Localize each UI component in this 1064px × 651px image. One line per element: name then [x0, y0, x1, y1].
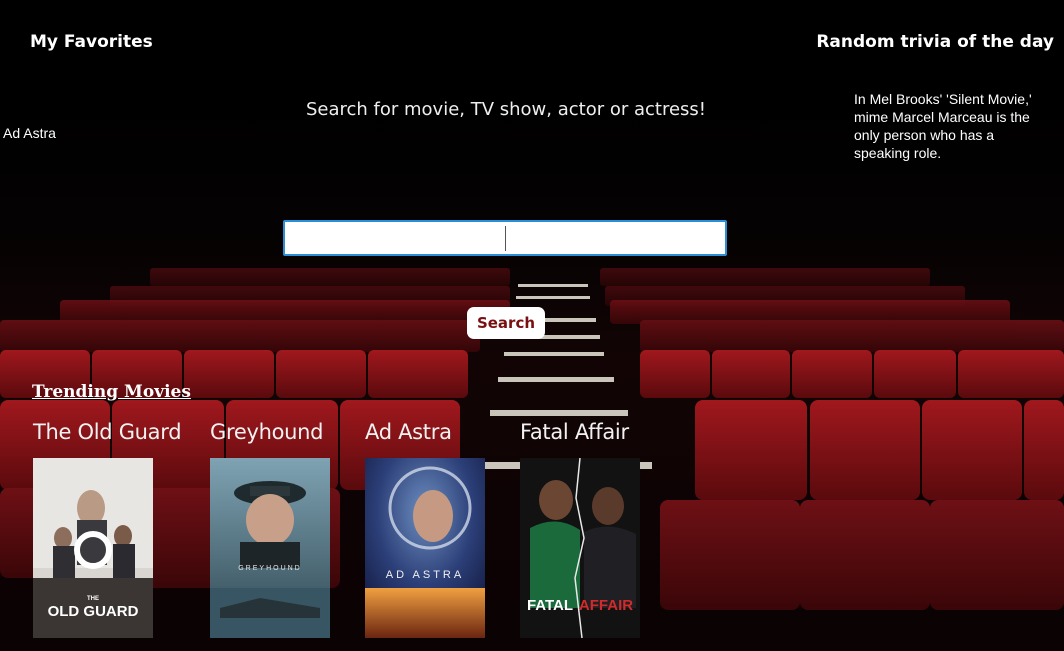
poster-text: AFFAIR [579, 597, 633, 614]
favorite-item[interactable]: Ad Astra [3, 125, 56, 141]
poster-text: THE [87, 596, 99, 602]
poster-text: OLD GUARD [48, 603, 139, 620]
movie-title[interactable]: Fatal Affair [520, 420, 629, 444]
search-button[interactable]: Search [467, 307, 545, 339]
favorites-title: My Favorites [30, 32, 153, 52]
poster-text: GREYHOUND [238, 565, 302, 572]
movie-title[interactable]: Ad Astra [365, 420, 452, 444]
movie-card[interactable]: The Old Guard THE OLD GUARD [33, 420, 182, 638]
trending-movies-title: Trending Movies [32, 382, 191, 402]
movie-poster-ad-astra[interactable]: AD ASTRA [365, 458, 485, 638]
movie-poster-greyhound[interactable]: GREYHOUND [210, 458, 330, 638]
text-caret [505, 226, 506, 251]
search-prompt: Search for movie, TV show, actor or actr… [305, 99, 707, 120]
movie-card[interactable]: Greyhound GREYHOUND [210, 420, 330, 638]
poster-text: FATAL [527, 597, 573, 614]
movie-poster-fatal-affair[interactable]: FATAL AFFAIR [520, 458, 640, 638]
movie-title[interactable]: The Old Guard [33, 420, 182, 444]
poster-text: AD ASTRA [386, 569, 464, 581]
trivia-title: Random trivia of the day [816, 32, 1054, 52]
movie-card[interactable]: Ad Astra AD ASTRA [365, 420, 485, 638]
movie-title[interactable]: Greyhound [210, 420, 324, 444]
page: My Favorites Ad Astra Random trivia of t… [0, 0, 1064, 651]
movie-card[interactable]: Fatal Affair FATAL AFFAIR [520, 420, 640, 638]
movie-poster-the-old-guard[interactable]: THE OLD GUARD [33, 458, 153, 638]
